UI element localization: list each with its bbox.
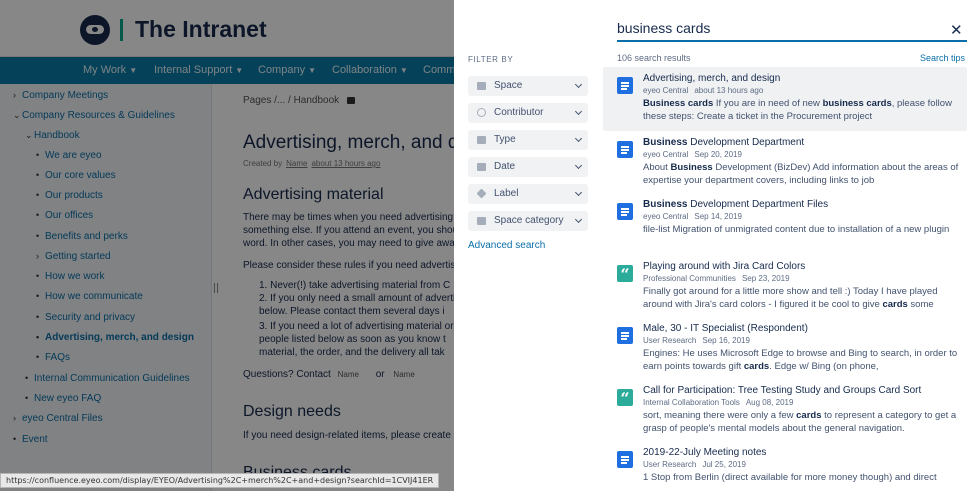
result-meta: User Research Jul 25, 2019 <box>643 460 746 469</box>
result-meta: eyeo Central Sep 20, 2019 <box>643 150 742 159</box>
chevron-down-icon <box>574 134 583 143</box>
folder-stack-icon <box>477 217 486 225</box>
page-icon <box>617 77 633 94</box>
blog-quote-icon: “ <box>617 389 633 408</box>
search-result[interactable]: 2019-22-July Meeting notes User Research… <box>603 441 967 491</box>
calendar-icon <box>477 163 486 171</box>
result-snippet: Business cards If you are in need of new… <box>643 98 952 122</box>
search-result[interactable]: Male, 30 - IT Specialist (Respondent) Us… <box>603 317 967 379</box>
result-meta: User Research Sep 16, 2019 <box>643 336 750 345</box>
result-snippet: 1 Stop from Berlin (direct available for… <box>643 472 937 483</box>
folder-icon <box>477 82 486 90</box>
filter-space-category[interactable]: Space category <box>468 211 588 231</box>
search-drawer: ✕ FILTER BY Space Contributor Type Date … <box>454 0 979 491</box>
filter-type[interactable]: Type <box>468 130 588 150</box>
result-meta: eyeo Central about 13 hours ago <box>643 86 764 95</box>
chevron-down-icon <box>574 188 583 197</box>
result-snippet: file-list Migration of unmigrated conten… <box>643 224 950 235</box>
page-icon <box>617 451 633 468</box>
search-input[interactable] <box>617 18 967 42</box>
modal-backdrop[interactable] <box>0 0 454 491</box>
search-tips-link[interactable]: Search tips <box>920 53 965 63</box>
result-snippet: Engines: He uses Microsoft Edge to brows… <box>643 348 958 372</box>
document-icon <box>477 136 486 144</box>
result-snippet: About Business Development (BizDev) Add … <box>643 162 959 186</box>
page-icon <box>617 327 633 344</box>
result-title[interactable]: Call for Participation: Tree Testing Stu… <box>643 385 967 397</box>
search-results: Advertising, merch, and design eyeo Cent… <box>603 67 967 491</box>
result-title[interactable]: Business Development Department <box>643 137 967 149</box>
filter-label[interactable]: Label <box>468 184 588 204</box>
result-meta: eyeo Central Sep 14, 2019 <box>643 212 742 221</box>
result-title[interactable]: 2019-22-July Meeting notes <box>643 447 967 459</box>
result-title[interactable]: Business Development Department Files <box>643 199 967 211</box>
result-snippet: Finally got around for a little more sho… <box>643 286 938 310</box>
filter-contributor[interactable]: Contributor <box>468 103 588 123</box>
result-meta: Professional Communities Sep 23, 2019 <box>643 274 790 283</box>
search-result[interactable]: Business Development Department eyeo Cen… <box>603 131 967 193</box>
result-count: 106 search results <box>617 53 691 63</box>
filter-heading: FILTER BY <box>468 55 514 64</box>
filter-space[interactable]: Space <box>468 76 588 96</box>
person-icon <box>477 108 486 117</box>
result-title[interactable]: Male, 30 - IT Specialist (Respondent) <box>643 323 967 335</box>
link-status-bar: https://confluence.eyeo.com/display/EYEO… <box>0 473 440 488</box>
chevron-down-icon <box>574 80 583 89</box>
chevron-down-icon <box>574 161 583 170</box>
result-title[interactable]: Playing around with Jira Card Colors <box>643 261 967 273</box>
search-result[interactable]: Business Development Department Files ey… <box>603 193 967 255</box>
result-title[interactable]: Advertising, merch, and design <box>643 73 967 85</box>
blog-quote-icon: “ <box>617 265 633 284</box>
result-meta: Internal Collaboration Tools Aug 08, 2019 <box>643 398 794 407</box>
chevron-down-icon <box>574 215 583 224</box>
result-snippet: sort, meaning there were only a few card… <box>643 410 957 434</box>
filter-date[interactable]: Date <box>468 157 588 177</box>
page-icon <box>617 203 633 220</box>
tag-icon <box>476 188 487 199</box>
search-result[interactable]: “ Playing around with Jira Card Colors P… <box>603 255 967 317</box>
close-icon[interactable]: ✕ <box>950 21 963 39</box>
search-result[interactable]: Advertising, merch, and design eyeo Cent… <box>603 67 967 131</box>
page-icon <box>617 141 633 158</box>
advanced-search-link[interactable]: Advanced search <box>468 240 545 251</box>
search-result[interactable]: “ Call for Participation: Tree Testing S… <box>603 379 967 441</box>
chevron-down-icon <box>574 107 583 116</box>
